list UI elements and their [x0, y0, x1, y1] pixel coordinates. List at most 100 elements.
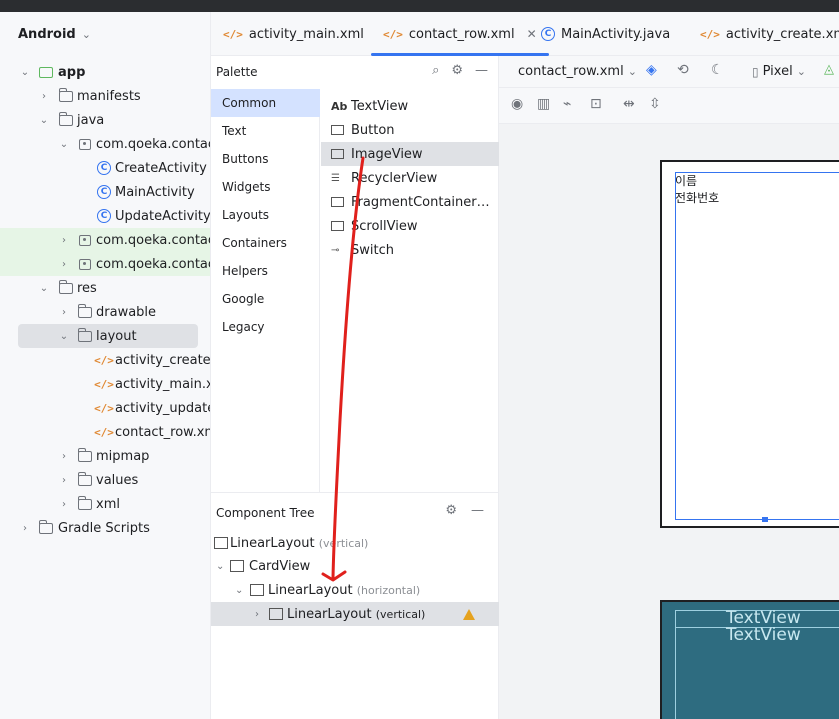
layers-icon[interactable]: ◈: [646, 62, 657, 78]
chevron-right-icon[interactable]: ›: [59, 451, 69, 462]
tree-item-contact-row-xml[interactable]: </> contact_row.xml: [0, 420, 210, 444]
chevron-down-icon[interactable]: ⌄: [39, 283, 49, 294]
preview-name-text[interactable]: 이름: [675, 172, 697, 189]
tree-item-values[interactable]: › values: [0, 468, 210, 492]
blueprint-textview-2[interactable]: TextView: [726, 625, 801, 645]
blueprint-preview[interactable]: TextView TextView: [660, 600, 839, 719]
search-icon[interactable]: ⌕: [432, 63, 439, 78]
tree-item-activity-update-xml[interactable]: </> activity_update.x: [0, 396, 210, 420]
chevron-right-icon[interactable]: ›: [59, 499, 69, 510]
component-cardview[interactable]: ⌄ CardView: [211, 554, 499, 578]
chevron-down-icon[interactable]: ⌄: [235, 585, 243, 596]
palette-widget-scrollview[interactable]: ScrollView: [321, 214, 499, 238]
chevron-down-icon[interactable]: ⌄: [59, 331, 69, 342]
tab-mainactivity-java[interactable]: C MainActivity.java: [541, 12, 670, 56]
chevron-right-icon[interactable]: ›: [59, 307, 69, 318]
folder-icon: [77, 447, 93, 463]
chevron-right-icon[interactable]: ›: [59, 475, 69, 486]
constraints-icon[interactable]: ⌁: [563, 96, 571, 112]
tree-item-res[interactable]: ⌄ res: [0, 276, 210, 300]
layout-file-select[interactable]: contact_row.xml ⌄: [518, 64, 637, 79]
palette-category-text[interactable]: Text: [211, 117, 320, 145]
eye-icon[interactable]: ◉: [511, 96, 523, 112]
project-view-selector[interactable]: Android ⌄: [18, 27, 91, 42]
palette-widget-recyclerview[interactable]: ☰ RecyclerView: [321, 166, 499, 190]
chevron-down-icon[interactable]: ⌄: [216, 561, 224, 572]
tree-item-package-test[interactable]: › com.qoeka.contacta: [0, 252, 210, 276]
tree-item-package-main[interactable]: ⌄ com.qoeka.contacta: [0, 132, 210, 156]
phone-icon: ▯: [752, 64, 759, 79]
xml-file-icon: </>: [383, 27, 403, 41]
palette-category-layouts[interactable]: Layouts: [211, 201, 320, 229]
tab-activity-main-xml[interactable]: </> activity_main.xml: [223, 12, 364, 56]
chevron-down-icon[interactable]: ⌄: [59, 139, 69, 150]
palette-category-legacy[interactable]: Legacy: [211, 313, 320, 341]
class-icon: C: [96, 185, 112, 199]
android-api-icon[interactable]: ◬: [824, 62, 834, 77]
tree-item-java[interactable]: ⌄ java: [0, 108, 210, 132]
chevron-down-icon[interactable]: ⌄: [39, 115, 49, 126]
tree-item-app[interactable]: ⌄ app: [0, 60, 210, 84]
pack-horizontal-icon[interactable]: ⇹: [623, 96, 635, 112]
pack-vertical-icon[interactable]: ⇳: [649, 96, 661, 112]
chevron-right-icon[interactable]: ›: [255, 609, 259, 620]
tree-item-activity-main-xml[interactable]: </> activity_main.xm: [0, 372, 210, 396]
palette-category-widgets[interactable]: Widgets: [211, 173, 320, 201]
linearlayout-vertical-icon: [269, 608, 283, 620]
tree-item-createactivity[interactable]: C CreateActivity: [0, 156, 210, 180]
tab-label: activity_create.xml: [725, 26, 839, 42]
orientation-icon[interactable]: ⟲: [677, 62, 689, 78]
margin-icon[interactable]: ⊡: [590, 96, 602, 112]
minimize-icon[interactable]: —: [475, 63, 488, 78]
palette-category-common[interactable]: Common: [211, 89, 320, 117]
chevron-right-icon[interactable]: ›: [59, 235, 69, 246]
xml-file-icon: </>: [94, 353, 114, 367]
palette-widget-textview[interactable]: Ab TextView: [321, 94, 499, 118]
tab-contact-row-xml[interactable]: </> contact_row.xml ✕: [371, 12, 549, 56]
chevron-right-icon[interactable]: ›: [39, 91, 49, 102]
palette-widget-imageview[interactable]: ImageView: [321, 142, 499, 166]
palette-category-google[interactable]: Google: [211, 285, 320, 313]
palette-category-helpers[interactable]: Helpers: [211, 257, 320, 285]
tree-item-label: xml: [96, 496, 120, 512]
preview-phone-text[interactable]: 전화번호: [675, 189, 719, 206]
gear-icon[interactable]: ⚙: [451, 63, 463, 78]
minimize-icon[interactable]: —: [471, 503, 484, 518]
tree-item-updateactivity[interactable]: C UpdateActivity: [0, 204, 210, 228]
tree-item-package-androidtest[interactable]: › com.qoeka.contacta: [0, 228, 210, 252]
warning-icon[interactable]: [463, 608, 475, 620]
tab-activity-create-xml[interactable]: </> activity_create.xml: [700, 12, 839, 56]
tree-item-drawable[interactable]: › drawable: [0, 300, 210, 324]
switch-icon: ⊸: [331, 244, 340, 256]
chevron-down-icon[interactable]: ⌄: [20, 67, 30, 78]
class-icon: C: [96, 161, 112, 175]
tree-item-gradle-scripts[interactable]: › Gradle Scripts: [0, 516, 210, 540]
close-icon[interactable]: ✕: [527, 27, 537, 41]
component-label: LinearLayout: [268, 582, 353, 598]
tree-item-xml[interactable]: › xml: [0, 492, 210, 516]
palette-widget-button[interactable]: Button: [321, 118, 499, 142]
palette-category-buttons[interactable]: Buttons: [211, 145, 320, 173]
design-preview[interactable]: 이름 전화번호: [660, 160, 839, 528]
component-linearlayout-horizontal[interactable]: ⌄ LinearLayout (horizontal): [211, 578, 499, 602]
palette-widget-fragmentcontainer[interactable]: FragmentContainer…: [321, 190, 499, 214]
device-select[interactable]: ▯ Pixel ⌄: [752, 64, 806, 79]
night-mode-icon[interactable]: ☾: [711, 62, 724, 78]
component-linearlayout-root[interactable]: LinearLayout (vertical): [211, 531, 499, 555]
project-panel: Android ⌄ ⌄ app › manifests ⌄ java ⌄ com…: [0, 12, 211, 719]
chevron-right-icon[interactable]: ›: [59, 259, 69, 270]
tree-item-mipmap[interactable]: › mipmap: [0, 444, 210, 468]
component-linearlayout-vertical[interactable]: › LinearLayout (vertical): [211, 602, 499, 626]
resize-handle[interactable]: [762, 517, 768, 522]
gear-icon[interactable]: ⚙: [445, 503, 457, 518]
palette-widget-switch[interactable]: ⊸ Switch: [321, 238, 499, 262]
tree-item-manifests[interactable]: › manifests: [0, 84, 210, 108]
tree-item-label: activity_update.x: [115, 400, 210, 416]
palette-category-containers[interactable]: Containers: [211, 229, 320, 257]
chevron-right-icon[interactable]: ›: [20, 523, 30, 534]
component-label: CardView: [249, 558, 311, 574]
tree-item-mainactivity[interactable]: C MainActivity: [0, 180, 210, 204]
tree-item-layout[interactable]: ⌄ layout: [18, 324, 198, 348]
blueprint-icon[interactable]: ▥: [537, 96, 550, 112]
tree-item-activity-create-xml[interactable]: </> activity_create.xr: [0, 348, 210, 372]
